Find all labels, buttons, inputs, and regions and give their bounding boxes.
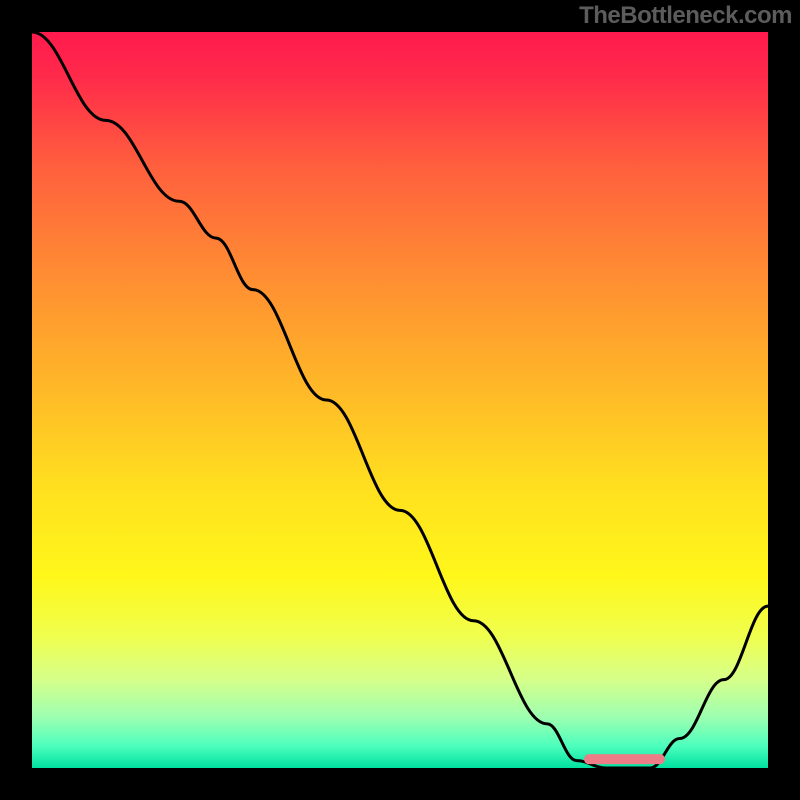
plot-area <box>32 32 768 768</box>
chart-frame: TheBottleneck.com <box>0 0 800 800</box>
gradient-background <box>32 32 768 768</box>
bottleneck-chart <box>32 32 768 768</box>
watermark-text: TheBottleneck.com <box>579 2 792 30</box>
optimal-range-marker <box>584 754 665 764</box>
